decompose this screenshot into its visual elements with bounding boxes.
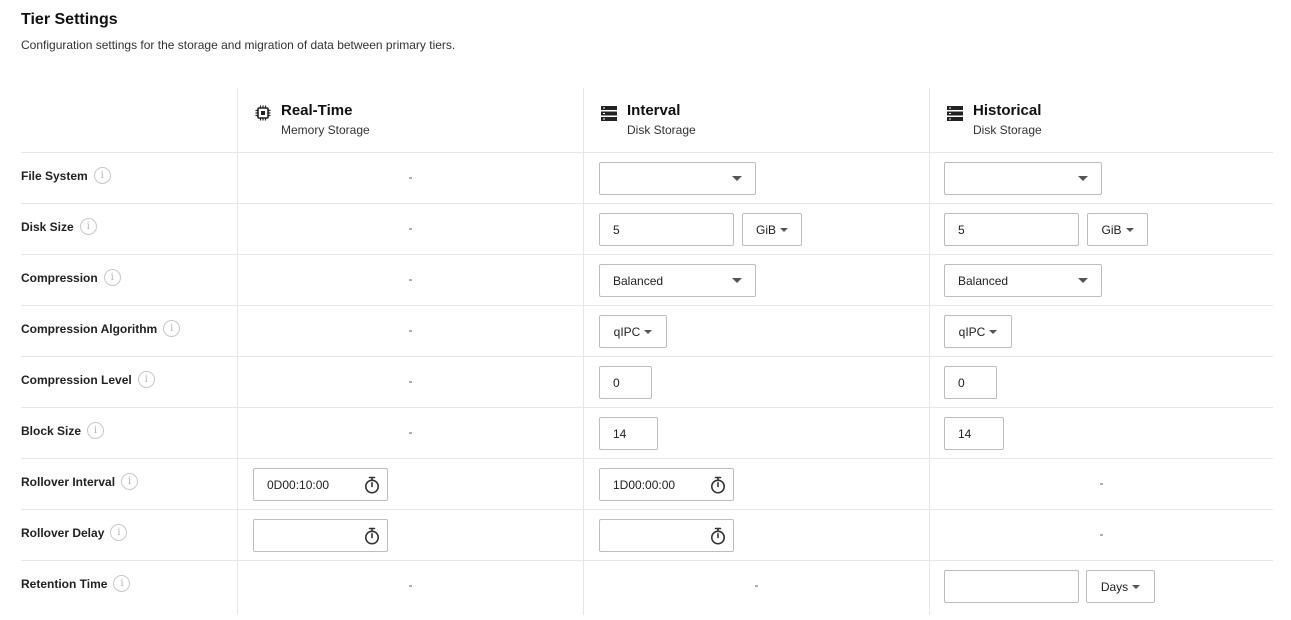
- tier-name: Real-Time: [281, 102, 353, 119]
- tier-header-row: Real-Time Memory Storage Interval Disk S…: [21, 88, 1273, 153]
- retention-time-unit-select-historical[interactable]: Days: [1086, 570, 1155, 603]
- row-file-system: File System i -: [21, 153, 1273, 204]
- row-label: Compression Level: [21, 372, 132, 387]
- page-title: Tier Settings: [21, 11, 118, 28]
- server-icon: [601, 106, 617, 121]
- stopwatch-icon[interactable]: [709, 476, 727, 494]
- rollover-delay-input-realtime[interactable]: [253, 519, 388, 552]
- info-icon[interactable]: i: [103, 269, 121, 286]
- not-applicable: -: [408, 578, 413, 592]
- row-label: Rollover Delay: [21, 525, 105, 540]
- info-icon[interactable]: i: [79, 218, 97, 235]
- row-rollover-delay: Rollover Delay i -: [21, 510, 1273, 561]
- chevron-down-icon: [732, 278, 742, 283]
- compression-level-input-interval[interactable]: 0: [599, 366, 652, 399]
- not-applicable: -: [1099, 527, 1104, 541]
- chevron-down-icon: [644, 329, 653, 334]
- stopwatch-icon[interactable]: [363, 476, 381, 494]
- compression-algorithm-select-interval[interactable]: qIPC: [599, 315, 667, 348]
- row-compression-level: Compression Level i - 0 0: [21, 357, 1273, 408]
- info-icon[interactable]: i: [113, 575, 131, 592]
- disk-size-unit-select-historical[interactable]: GiB: [1087, 213, 1148, 246]
- not-applicable: -: [408, 374, 413, 388]
- stopwatch-icon[interactable]: [363, 527, 381, 545]
- rollover-interval-input-interval[interactable]: 1D00:00:00: [599, 468, 734, 501]
- row-block-size: Block Size i - 14 14: [21, 408, 1273, 459]
- chevron-down-icon: [1132, 584, 1141, 589]
- row-label: Block Size: [21, 423, 82, 438]
- tier-name: Interval: [627, 102, 681, 119]
- rollover-interval-input-realtime[interactable]: 0D00:10:00: [253, 468, 388, 501]
- row-compression-algorithm: Compression Algorithm i - qIPC qIPC: [21, 306, 1273, 357]
- tier-header-realtime: Real-Time Memory Storage: [237, 88, 583, 152]
- chevron-down-icon: [1125, 227, 1134, 232]
- tier-storage: Memory Storage: [281, 123, 370, 137]
- not-applicable: -: [408, 221, 413, 235]
- info-icon[interactable]: i: [93, 167, 111, 184]
- info-icon[interactable]: i: [121, 473, 139, 490]
- compression-algorithm-select-historical[interactable]: qIPC: [944, 315, 1012, 348]
- not-applicable: -: [408, 170, 413, 184]
- row-label: Rollover Interval: [21, 474, 116, 489]
- tier-storage: Disk Storage: [627, 123, 696, 137]
- row-label: Retention Time: [21, 576, 108, 591]
- retention-time-input-historical[interactable]: [944, 570, 1079, 603]
- row-label: File System: [21, 168, 88, 183]
- not-applicable: -: [408, 272, 413, 286]
- info-icon[interactable]: i: [110, 524, 128, 541]
- row-retention-time: Retention Time i - - Days: [21, 561, 1273, 615]
- compression-select-historical[interactable]: Balanced: [944, 264, 1102, 297]
- chevron-down-icon: [989, 329, 998, 334]
- row-compression: Compression i - Balanced Balanced: [21, 255, 1273, 306]
- row-rollover-interval: Rollover Interval i 0D00:10:00 1D00:00:0…: [21, 459, 1273, 510]
- tier-header-interval: Interval Disk Storage: [583, 88, 929, 152]
- info-icon[interactable]: i: [137, 371, 155, 388]
- disk-size-input-historical[interactable]: 5: [944, 213, 1079, 246]
- file-system-select-interval[interactable]: [599, 162, 756, 195]
- page-subtitle: Configuration settings for the storage a…: [21, 38, 456, 52]
- chip-icon: [255, 105, 271, 121]
- not-applicable: -: [1099, 476, 1104, 490]
- tier-storage: Disk Storage: [973, 123, 1042, 137]
- tier-header-historical: Historical Disk Storage: [929, 88, 1273, 152]
- not-applicable: -: [754, 578, 759, 592]
- block-size-input-historical[interactable]: 14: [944, 417, 1004, 450]
- rollover-delay-input-interval[interactable]: [599, 519, 734, 552]
- chevron-down-icon: [780, 227, 788, 232]
- stopwatch-icon[interactable]: [709, 527, 727, 545]
- block-size-input-interval[interactable]: 14: [599, 417, 658, 450]
- row-label: Compression: [21, 270, 98, 285]
- disk-size-unit-select-interval[interactable]: GiB: [742, 213, 802, 246]
- row-disk-size: Disk Size i - 5 GiB 5 GiB: [21, 204, 1273, 255]
- file-system-select-historical[interactable]: [944, 162, 1102, 195]
- info-icon[interactable]: i: [163, 320, 181, 337]
- server-icon: [947, 106, 963, 121]
- row-label: Disk Size: [21, 219, 74, 234]
- tier-name: Historical: [973, 102, 1042, 119]
- row-label: Compression Algorithm: [21, 321, 158, 336]
- compression-level-input-historical[interactable]: 0: [944, 366, 997, 399]
- chevron-down-icon: [732, 176, 742, 181]
- tier-settings-grid: Real-Time Memory Storage Interval Disk S…: [21, 88, 1273, 615]
- disk-size-input-interval[interactable]: 5: [599, 213, 734, 246]
- info-icon[interactable]: i: [87, 422, 105, 439]
- chevron-down-icon: [1078, 176, 1088, 181]
- chevron-down-icon: [1078, 278, 1088, 283]
- not-applicable: -: [408, 323, 413, 337]
- compression-select-interval[interactable]: Balanced: [599, 264, 756, 297]
- not-applicable: -: [408, 425, 413, 439]
